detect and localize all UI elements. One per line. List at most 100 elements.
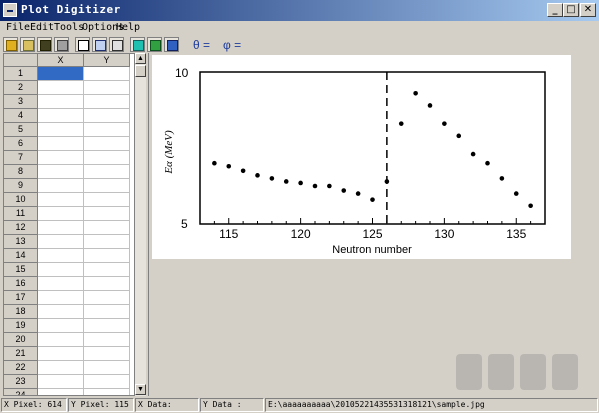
grid-cell-y[interactable]: [84, 81, 130, 95]
grid-cell-x[interactable]: [38, 67, 84, 81]
grid-cell-y[interactable]: [84, 319, 130, 333]
grid-cell-y[interactable]: [84, 333, 130, 347]
grid-cell-y[interactable]: [84, 221, 130, 235]
row-header[interactable]: 23: [4, 375, 38, 389]
grid-cell-y[interactable]: [84, 193, 130, 207]
grid-cell-y[interactable]: [84, 235, 130, 249]
excel-icon[interactable]: [147, 37, 162, 52]
grid-cell-x[interactable]: [38, 151, 84, 165]
row-header[interactable]: 19: [4, 319, 38, 333]
grid-cell-x[interactable]: [38, 263, 84, 277]
copy-icon[interactable]: [92, 37, 107, 52]
minimize-button[interactable]: _: [547, 3, 563, 17]
data-grid[interactable]: X Y 1 2 3 4 5 6 7 8 9 10 11 12 13 14 15 16 17 18 19 20 21 22 2…: [3, 53, 146, 396]
row-header[interactable]: 7: [4, 151, 38, 165]
row-header[interactable]: 8: [4, 165, 38, 179]
grid-cell-x[interactable]: [38, 249, 84, 263]
grid-cell-y[interactable]: [84, 137, 130, 151]
grid-cell-y[interactable]: [84, 151, 130, 165]
grid-cell-y[interactable]: [84, 291, 130, 305]
row-header[interactable]: 4: [4, 109, 38, 123]
menu-tools[interactable]: Tools: [54, 22, 84, 33]
column-header-x[interactable]: X: [38, 54, 84, 67]
grid-cell-x[interactable]: [38, 389, 84, 395]
grid-cell-y[interactable]: [84, 179, 130, 193]
title-bar[interactable]: Plot Digitizer _ □ ✕: [0, 0, 599, 21]
grid-cell-x[interactable]: [38, 207, 84, 221]
grid-cell-y[interactable]: [84, 389, 130, 395]
grid-cell-y[interactable]: [84, 109, 130, 123]
grid-cell-y[interactable]: [84, 375, 130, 389]
grid-cell-x[interactable]: [38, 81, 84, 95]
grid-cell-x[interactable]: [38, 305, 84, 319]
row-header[interactable]: 22: [4, 361, 38, 375]
grid-cell-x[interactable]: [38, 221, 84, 235]
scroll-down-icon[interactable]: ▼: [135, 384, 146, 395]
scroll-thumb[interactable]: [135, 65, 146, 77]
grid-scrollbar[interactable]: ▲ ▼: [134, 53, 146, 396]
grid-cell-x[interactable]: [38, 137, 84, 151]
grid-cell-x[interactable]: [38, 291, 84, 305]
grid-cell-y[interactable]: [84, 347, 130, 361]
menu-edit[interactable]: Edit: [30, 22, 54, 33]
scroll-up-icon[interactable]: ▲: [135, 53, 146, 64]
grid-cell-y[interactable]: [84, 263, 130, 277]
word-icon[interactable]: [164, 37, 179, 52]
row-header[interactable]: 21: [4, 347, 38, 361]
row-header[interactable]: 5: [4, 123, 38, 137]
row-header[interactable]: 14: [4, 249, 38, 263]
grid-cell-x[interactable]: [38, 333, 84, 347]
grid-cell-y[interactable]: [84, 95, 130, 109]
row-header[interactable]: 9: [4, 179, 38, 193]
row-header[interactable]: 20: [4, 333, 38, 347]
row-header[interactable]: 13: [4, 235, 38, 249]
grid-cell-x[interactable]: [38, 123, 84, 137]
grid-cell-x[interactable]: [38, 235, 84, 249]
grid-cell-x[interactable]: [38, 361, 84, 375]
open-image-icon[interactable]: [20, 37, 35, 52]
grid-cell-y[interactable]: [84, 123, 130, 137]
row-header[interactable]: 12: [4, 221, 38, 235]
row-header[interactable]: 6: [4, 137, 38, 151]
grid-cell-x[interactable]: [38, 319, 84, 333]
grid-cell-x[interactable]: [38, 193, 84, 207]
grid-cell-x[interactable]: [38, 375, 84, 389]
grid-cell-x[interactable]: [38, 347, 84, 361]
data-point: [413, 90, 418, 96]
calibrate-icon[interactable]: [109, 37, 124, 52]
grid-cell-y[interactable]: [84, 67, 130, 81]
grid-cell-x[interactable]: [38, 109, 84, 123]
row-header[interactable]: 24: [4, 389, 38, 395]
grid-cell-y[interactable]: [84, 207, 130, 221]
menu-file[interactable]: File: [6, 22, 30, 33]
grid-cell-y[interactable]: [84, 277, 130, 291]
row-header[interactable]: 15: [4, 263, 38, 277]
spreadsheet-icon[interactable]: [130, 37, 145, 52]
row-header[interactable]: 11: [4, 207, 38, 221]
grid-cell-x[interactable]: [38, 277, 84, 291]
row-header[interactable]: 18: [4, 305, 38, 319]
grid-cell-y[interactable]: [84, 361, 130, 375]
grid-cell-x[interactable]: [38, 165, 84, 179]
x-tick-label-120: 120: [291, 227, 311, 241]
grid-cell-x[interactable]: [38, 179, 84, 193]
row-header[interactable]: 16: [4, 277, 38, 291]
maximize-button[interactable]: □: [563, 3, 579, 17]
grid-cell-y[interactable]: [84, 249, 130, 263]
axes-icon[interactable]: [75, 37, 90, 52]
row-header[interactable]: 17: [4, 291, 38, 305]
row-header[interactable]: 3: [4, 95, 38, 109]
open-folder-icon[interactable]: [3, 37, 18, 52]
row-header[interactable]: 10: [4, 193, 38, 207]
grid-cell-y[interactable]: [84, 305, 130, 319]
grid-cell-y[interactable]: [84, 165, 130, 179]
menu-help[interactable]: Help: [116, 22, 140, 33]
close-button[interactable]: ✕: [580, 3, 596, 17]
row-header[interactable]: 2: [4, 81, 38, 95]
column-header-y[interactable]: Y: [84, 54, 130, 67]
print-icon[interactable]: [54, 37, 69, 52]
row-header[interactable]: 1: [4, 67, 38, 81]
grid-cell-x[interactable]: [38, 95, 84, 109]
open-data-icon[interactable]: [37, 37, 52, 52]
loaded-plot-image[interactable]: 10 5 115 120 125 130 135 Neutron number …: [152, 55, 571, 259]
